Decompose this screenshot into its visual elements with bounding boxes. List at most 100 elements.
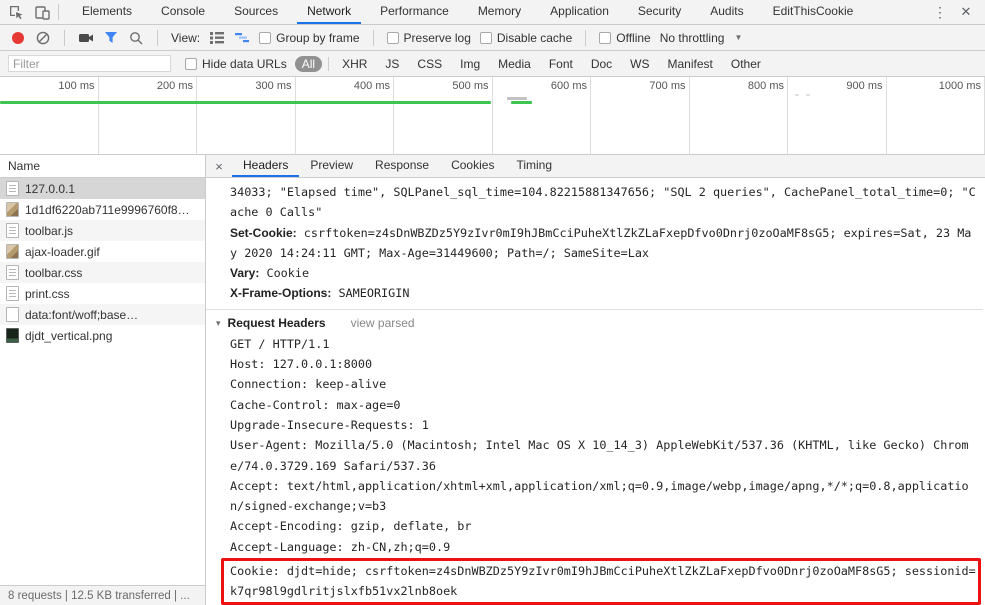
section-divider [206, 308, 983, 310]
throttling-select[interactable]: No throttling ▼ [660, 31, 743, 45]
device-toolbar-icon[interactable] [34, 4, 50, 20]
hide-data-urls-label: Hide data URLs [202, 56, 287, 71]
request-row[interactable]: print.css [0, 283, 205, 304]
details-tab-headers[interactable]: Headers [232, 155, 300, 177]
filter-type-img[interactable]: Img [453, 56, 487, 72]
request-name: 1d1df6220ab711e9996760f8… [25, 202, 190, 217]
devtools-tabbar: Elements Console Sources Network Performance… [0, 0, 985, 25]
ruler-column: 200 ms [99, 77, 197, 154]
response-header-line: Vary: Cookie [230, 263, 983, 283]
more-options-icon[interactable]: ⋮ [929, 4, 951, 21]
request-row[interactable]: 1d1df6220ab711e9996760f8… [0, 199, 205, 220]
filter-type-font[interactable]: Font [542, 56, 580, 72]
request-rows: 127.0.0.1 1d1df6220ab711e9996760f8… toolba… [0, 178, 205, 585]
request-header-line: Cache-Control: max-age=0 [230, 397, 401, 412]
network-toolbar: View: Group by frame Preserve log Disabl… [0, 25, 985, 51]
request-headers-title[interactable]: Request Headers [228, 316, 326, 330]
ruler-column: 100 ms [0, 77, 99, 154]
record-network-log-icon[interactable] [10, 30, 26, 46]
search-icon[interactable] [128, 30, 144, 46]
ruler-column: 800 ms [690, 77, 788, 154]
chevron-down-icon: ▼ [734, 33, 743, 42]
network-overview[interactable]: 100 ms 200 ms 300 ms 400 ms 500 ms 600 ms 700 … [0, 77, 985, 155]
ruler-tick-label: 600 ms [550, 80, 587, 92]
preserve-log-checkbox[interactable] [386, 31, 399, 44]
header-value: 34033; "Elapsed time", SQLPanel_sql_time… [230, 185, 976, 199]
filter-type-media[interactable]: Media [491, 56, 538, 72]
filter-input[interactable] [8, 55, 171, 72]
view-parsed-link[interactable]: view parsed [351, 316, 415, 330]
request-row[interactable]: toolbar.css [0, 262, 205, 283]
disable-cache-checkbox[interactable] [479, 31, 492, 44]
tab-console[interactable]: Console [151, 0, 215, 24]
divider [64, 29, 65, 46]
filter-type-other[interactable]: Other [724, 56, 768, 72]
overview-time-ruler: 100 ms 200 ms 300 ms 400 ms 500 ms 600 ms 700 … [0, 77, 985, 154]
disable-cache-label: Disable cache [496, 30, 573, 45]
offline-checkbox[interactable] [599, 31, 612, 44]
tab-elements[interactable]: Elements [72, 0, 142, 24]
request-row[interactable]: djdt_vertical.png [0, 325, 205, 346]
filter-type-manifest[interactable]: Manifest [661, 56, 720, 72]
response-header-line: ache 0 Calls" [230, 202, 983, 222]
network-filter-bar: Hide data URLs All XHRJSCSSImgMediaFontDo… [0, 51, 985, 77]
request-row[interactable]: data:font/woff;base… [0, 304, 205, 325]
ruler-tick-label: 800 ms [747, 80, 784, 92]
clear-network-log-icon[interactable] [35, 30, 51, 46]
hide-data-urls-checkbox[interactable] [185, 57, 197, 70]
request-row[interactable]: 127.0.0.1 [0, 178, 205, 199]
inspect-element-icon[interactable] [8, 4, 24, 20]
filter-type-css[interactable]: CSS [410, 56, 449, 72]
request-row[interactable]: ajax-loader.gif [0, 241, 205, 262]
tab-memory[interactable]: Memory [468, 0, 531, 24]
close-details-icon[interactable]: × [206, 159, 232, 174]
divider [58, 4, 59, 20]
request-header-line: Connection: keep-alive [230, 377, 387, 392]
filter-icon[interactable] [103, 30, 119, 46]
offline-label: Offline [616, 30, 651, 45]
tab-editthiscookie[interactable]: EditThisCookie [763, 0, 864, 24]
details-tab-preview[interactable]: Preview [299, 155, 364, 177]
details-tab-cookies[interactable]: Cookies [440, 155, 505, 177]
view-label: View: [171, 30, 201, 45]
tab-application[interactable]: Application [540, 0, 619, 24]
request-details-panel: × Headers Preview Response Cookies Timing 34… [206, 155, 985, 605]
request-header-line: Accept-Encoding: gzip, deflate, br [230, 519, 472, 534]
resource-type-filters: All XHR JS CSS Img Media Font Doc WS Manifest Othe… [294, 55, 768, 72]
request-name: ajax-loader.gif [25, 244, 100, 259]
divider [372, 29, 374, 46]
details-tab-response[interactable]: Response [364, 155, 440, 177]
filter-type-ws[interactable]: WS [623, 56, 656, 72]
request-name: print.css [25, 286, 70, 301]
close-devtools-icon[interactable]: ✕ [955, 4, 977, 20]
filter-type-all[interactable]: All [294, 55, 323, 72]
name-column-header[interactable]: Name [0, 155, 205, 178]
ruler-tick-label: 700 ms [649, 80, 686, 92]
tab-network[interactable]: Network [297, 0, 362, 24]
show-overview-waterfall-icon[interactable] [234, 30, 250, 46]
request-row[interactable]: toolbar.js [0, 220, 205, 241]
tab-security[interactable]: Security [628, 0, 691, 24]
capture-screenshots-icon[interactable] [78, 30, 94, 46]
group-by-frame-checkbox[interactable] [259, 31, 272, 44]
use-large-rows-icon[interactable] [209, 30, 225, 46]
disclosure-triangle-icon[interactable]: ▾ [216, 318, 221, 329]
ruler-column: 300 ms [197, 77, 296, 154]
tab-audits[interactable]: Audits [700, 0, 753, 24]
request-name: 127.0.0.1 [25, 181, 76, 196]
devtools-tabbar-tabs: Elements Console Sources Network Performance… [63, 0, 863, 24]
divider [585, 29, 587, 46]
overview-waterfall-bar-green [511, 101, 532, 104]
file-type-icon [6, 286, 19, 301]
tab-performance[interactable]: Performance [370, 0, 459, 24]
request-header-line: n/signed-exchange;v=b3 [230, 499, 387, 514]
details-tab-timing[interactable]: Timing [505, 155, 563, 177]
filter-type-doc[interactable]: Doc [584, 56, 619, 72]
file-type-icon [6, 202, 19, 217]
filter-type-js[interactable]: JS [378, 56, 406, 72]
file-type-icon [6, 181, 19, 196]
tab-sources[interactable]: Sources [224, 0, 288, 24]
filter-type-xhr[interactable]: XHR [335, 56, 374, 72]
preserve-log-label: Preserve log [403, 30, 471, 45]
request-name: data:font/woff;base… [25, 307, 139, 322]
